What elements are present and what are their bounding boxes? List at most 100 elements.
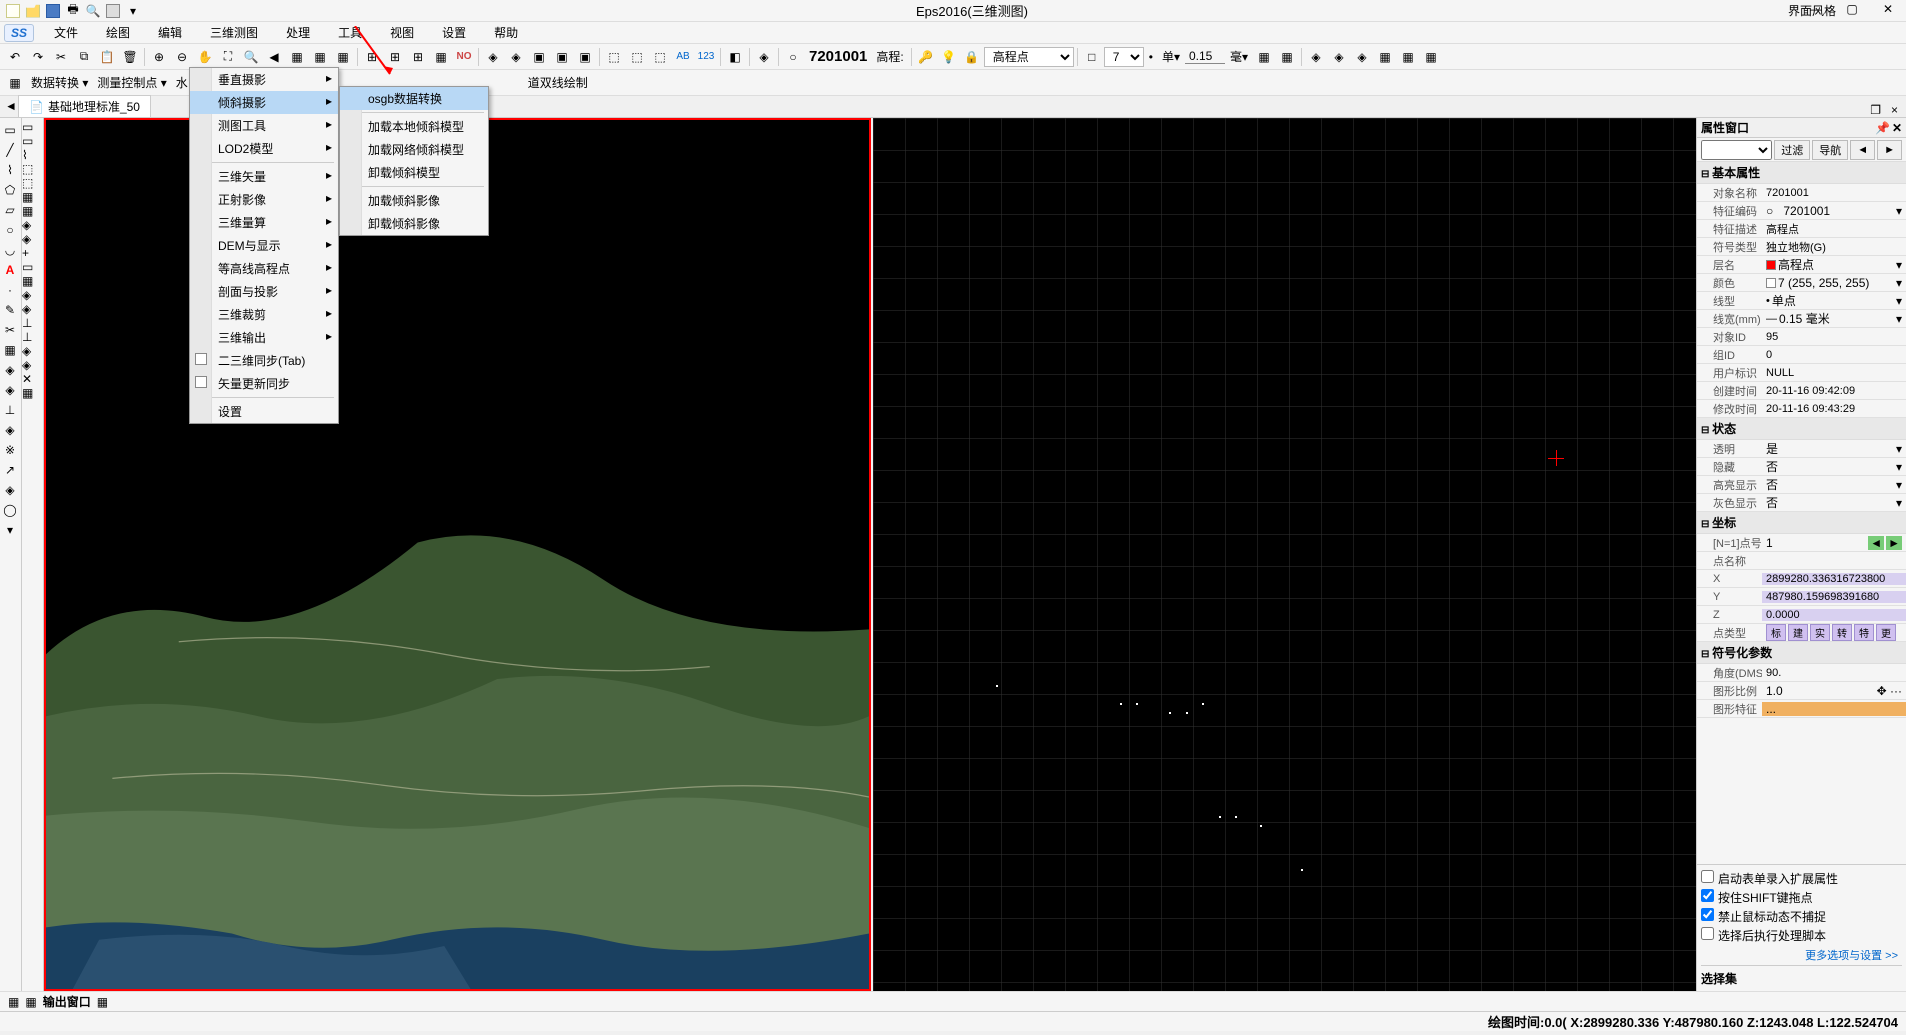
lt-t16[interactable]: ◈ (0, 420, 20, 440)
lt2-13[interactable]: ◈ (22, 288, 43, 302)
lt2-9[interactable]: ◈ (22, 232, 43, 246)
more-options-link[interactable]: 更多选项与设置 >> (1701, 945, 1902, 965)
submenu-load-network[interactable]: 加载网络倾斜模型 (340, 138, 488, 161)
val-feat-code[interactable]: ○ 7201001▾ (1762, 204, 1906, 218)
qat-btn5[interactable]: 🔍 (84, 2, 102, 20)
menu-edit[interactable]: 编辑 (144, 22, 196, 43)
menu-3d-clip[interactable]: 三维裁剪▸ (190, 303, 338, 326)
tb-pan[interactable]: ✋ (194, 46, 216, 68)
val-highlight[interactable]: 否▾ (1762, 476, 1906, 493)
lt-t19[interactable]: ◈ (0, 480, 20, 500)
tb-no[interactable]: NO (453, 46, 475, 68)
menu-profile[interactable]: 剖面与投影▸ (190, 280, 338, 303)
lt2-5[interactable]: ⬚ (22, 176, 43, 190)
menu-settings-item[interactable]: 设置 (190, 400, 338, 423)
menu-drawing-tools[interactable]: 测图工具▸ (190, 114, 338, 137)
tb2-survey-control[interactable]: 测量控制点 ▾ (93, 74, 170, 91)
lt-t18[interactable]: ↗ (0, 460, 20, 480)
val-x[interactable]: 2899280.336316723800 (1762, 573, 1906, 585)
tb-dot-icon[interactable]: • (1145, 50, 1157, 64)
qat-dropdown[interactable]: ▾ (124, 2, 142, 20)
badge-6[interactable]: 更 (1876, 624, 1896, 641)
lt-arc[interactable]: ◡ (0, 240, 20, 260)
lt2-12[interactable]: ▦ (22, 274, 43, 288)
submenu-unload-image[interactable]: 卸载倾斜影像 (340, 212, 488, 235)
val-feat-desc[interactable]: 高程点 (1762, 221, 1906, 237)
val-color[interactable]: 7 (255, 255, 255)▾ (1762, 276, 1906, 290)
tb-misc1[interactable]: ◧ (724, 46, 746, 68)
opt-no-dynamic[interactable]: 禁止鼠标动态不捕捉 (1701, 907, 1902, 926)
tb-fit[interactable]: ⛶ (217, 46, 239, 68)
tb-sel3[interactable]: ⬚ (649, 46, 671, 68)
section-basic[interactable]: 基本属性 (1697, 162, 1906, 184)
panel-pin-icon[interactable]: 📌 (1875, 121, 1890, 135)
tb-btn-b[interactable]: ▦ (309, 46, 331, 68)
lt2-1[interactable]: ▭ (22, 120, 43, 134)
tb-key-icon[interactable]: 🔑 (915, 46, 937, 68)
menu-ortho[interactable]: 正射影像▸ (190, 188, 338, 211)
menu-draw[interactable]: 绘图 (92, 22, 144, 43)
menu-file[interactable]: 文件 (40, 22, 92, 43)
lt2-19[interactable]: ✕ (22, 372, 43, 386)
tb-paste[interactable]: 📋 (96, 46, 118, 68)
tb-ab[interactable]: AB (672, 46, 694, 68)
tb-icon2[interactable]: ◈ (505, 46, 527, 68)
tb-grid3[interactable]: ⊞ (407, 46, 429, 68)
nav-button[interactable]: 导航 (1812, 140, 1848, 160)
val-angle[interactable]: 90. (1762, 667, 1906, 679)
tb-color-icon[interactable]: □ (1081, 46, 1103, 68)
tb-copy[interactable]: ⧉ (73, 46, 95, 68)
badge-4[interactable]: 转 (1832, 624, 1852, 641)
val-graphic[interactable]: ... (1762, 702, 1906, 716)
menu-settings[interactable]: 设置 (428, 22, 480, 43)
menu-vector-sync[interactable]: 矢量更新同步 (190, 372, 338, 395)
tb-end5[interactable]: ◈ (1351, 46, 1373, 68)
tb-end3[interactable]: ◈ (1305, 46, 1327, 68)
lt-dropdown[interactable]: ▾ (0, 520, 20, 540)
submenu-load-local[interactable]: 加载本地倾斜模型 (340, 115, 488, 138)
val-obj-name[interactable]: 7201001 (1762, 187, 1906, 199)
tb-delete[interactable]: 🗑 (119, 46, 141, 68)
close-button[interactable]: ✕ (1874, 2, 1902, 20)
qat-save[interactable] (44, 2, 62, 20)
badge-1[interactable]: 标 (1766, 624, 1786, 641)
tb-cut[interactable]: ✂ (50, 46, 72, 68)
lt2-6[interactable]: ▦ (22, 190, 43, 204)
menu-3d-output[interactable]: 三维输出▸ (190, 326, 338, 349)
tb-end8[interactable]: ▦ (1420, 46, 1442, 68)
val-user-id[interactable]: NULL (1762, 367, 1906, 379)
qat-btn4[interactable]: 🖶 (64, 2, 82, 20)
lt2-11[interactable]: ▭ (22, 260, 43, 274)
badge-3[interactable]: 实 (1810, 624, 1830, 641)
val-linetype[interactable]: • 单点▾ (1762, 292, 1906, 309)
tb-bulb-icon[interactable]: 💡 (938, 46, 960, 68)
val-point-num[interactable]: 1◄► (1762, 536, 1906, 550)
lt2-8[interactable]: ◈ (22, 218, 43, 232)
lt-select[interactable]: ▭ (0, 120, 20, 140)
tb-grid1[interactable]: ⊞ (361, 46, 383, 68)
menu-process[interactable]: 处理 (272, 22, 324, 43)
tb-end6[interactable]: ▦ (1374, 46, 1396, 68)
section-status[interactable]: 状态 (1697, 418, 1906, 440)
opt-enable-form[interactable]: 启动表单录入扩展属性 (1701, 869, 1902, 888)
qat-print[interactable] (104, 2, 122, 20)
tb-mm[interactable]: 毫▾ (1226, 48, 1252, 65)
tb-icon1[interactable]: ◈ (482, 46, 504, 68)
menu-oblique-photo[interactable]: 倾斜摄影▸ (190, 91, 338, 114)
qat-new[interactable] (4, 2, 22, 20)
section-coords[interactable]: 坐标 (1697, 512, 1906, 534)
maximize-button[interactable]: ▢ (1838, 2, 1866, 20)
viewport-3d[interactable] (873, 118, 1696, 991)
tb2-road[interactable]: 道双线绘制 (524, 74, 592, 91)
val-linewidth[interactable]: — 0.15 毫米▾ (1762, 310, 1906, 327)
tb-end2[interactable]: ▦ (1276, 46, 1298, 68)
menu-dem[interactable]: DEM与显示▸ (190, 234, 338, 257)
output-icon3[interactable]: ▦ (97, 995, 108, 1009)
lt2-20[interactable]: ▦ (22, 386, 43, 400)
lt2-2[interactable]: ▭ (22, 134, 43, 148)
lt2-17[interactable]: ◈ (22, 344, 43, 358)
tb-zoom-out[interactable]: ⊖ (171, 46, 193, 68)
menu-3d-compute[interactable]: 三维量算▸ (190, 211, 338, 234)
menu-help[interactable]: 帮助 (480, 22, 532, 43)
menu-view[interactable]: 视图 (376, 22, 428, 43)
